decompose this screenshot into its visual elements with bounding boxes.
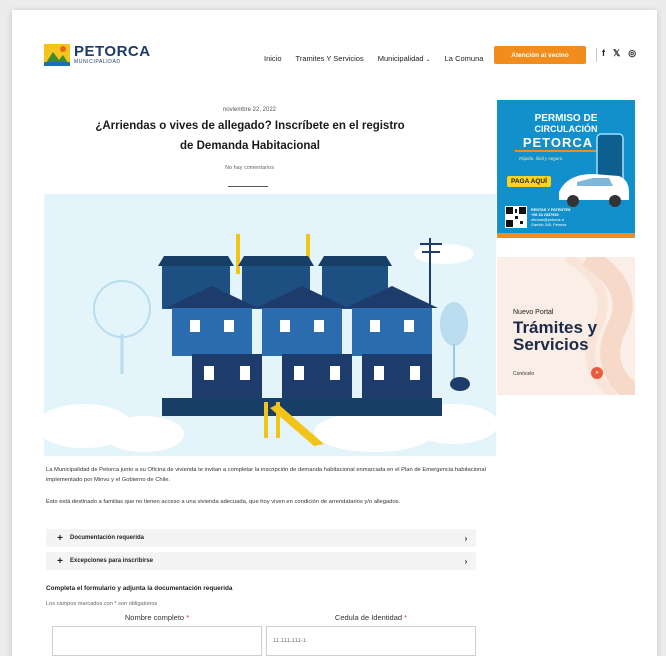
article-title: ¿Arriendas o vives de allegado? Inscríbe… — [95, 120, 405, 152]
qr-code-icon — [505, 206, 527, 228]
article-date: noviembre 22, 2022 — [222, 107, 277, 113]
chevron-right-icon: › — [464, 556, 468, 566]
site-header: PETORCA MUNICIPALIDAD Inicio Tramites Y … — [12, 10, 657, 95]
logo-name: PETORCA — [74, 43, 151, 60]
nav-item-municipalidad[interactable]: Municipalidad ⌄ — [378, 54, 431, 63]
site-logo[interactable]: PETORCA MUNICIPALIDAD — [44, 42, 154, 68]
nav-item-tramites[interactable]: Tramites Y Servicios — [296, 54, 364, 63]
required-mark: * — [404, 613, 408, 622]
accordion-label: Excepciones para inscribirse — [70, 558, 154, 564]
ad-headline: Servicios — [513, 335, 589, 354]
rut-input[interactable] — [267, 627, 475, 655]
plus-icon: + — [57, 555, 63, 567]
accordion-label: Documentación requerida — [70, 535, 145, 541]
contact-line: Garrido 345, Petorca — [531, 223, 567, 227]
field-rut-label: Cedula de Identidad * — [266, 613, 476, 622]
ad-kicker: Nuevo Portal — [513, 309, 554, 316]
logo-emblem-icon — [44, 44, 70, 66]
instagram-icon[interactable]: ◎ — [628, 48, 636, 59]
article-hero-image — [44, 194, 496, 456]
main-nav: Inicio Tramites Y Servicios Municipalida… — [264, 54, 483, 63]
accordion-documentacion[interactable]: + Documentación requerida › — [46, 529, 476, 547]
atencion-vecino-button[interactable]: Atención al vecino — [494, 46, 586, 64]
divider — [596, 48, 597, 62]
twitter-icon[interactable]: 𝕏 — [613, 48, 620, 59]
ad-contact-info: RENTAS Y PATENTES +56 33 2337939 oficina… — [531, 208, 571, 228]
page-sheet: PETORCA MUNICIPALIDAD Inicio Tramites Y … — [12, 10, 657, 656]
chevron-down-icon: ⌄ — [425, 57, 431, 63]
logo-subtitle: MUNICIPALIDAD — [74, 59, 121, 65]
comments-link[interactable]: No hay comentarios — [42, 165, 457, 171]
field-name-label-text: Nombre completo — [124, 613, 185, 622]
plus-icon: + — [57, 532, 63, 544]
form-note: Los campos marcados con * son obligatori… — [46, 601, 158, 607]
article-paragraph: Esto está destinado a familias que no ti… — [46, 499, 401, 505]
nav-item-la-comuna[interactable]: La Comuna — [445, 54, 484, 63]
social-links: f 𝕏 ◎ — [602, 48, 636, 59]
ad-cta-label[interactable]: Conócelo — [513, 371, 534, 377]
accordion-excepciones[interactable]: + Excepciones para inscribirse › — [46, 552, 476, 570]
chevron-right-icon: › — [464, 533, 468, 543]
article-paragraph: La Municipalidad de Petorca junto a su O… — [46, 467, 486, 483]
field-rut-label-text: Cedula de Identidad — [334, 613, 403, 622]
nav-item-inicio[interactable]: Inicio — [264, 54, 282, 63]
ad-portal-tramites[interactable]: Nuevo Portal Trámites y Servicios Conóce… — [497, 257, 635, 395]
pay-here-button[interactable]: PAGA AQUÍ — [507, 176, 551, 187]
name-input[interactable] — [53, 627, 261, 655]
name-field[interactable] — [52, 626, 262, 656]
form-title: Completa el formulario y adjunta la docu… — [46, 585, 233, 592]
facebook-icon[interactable]: f — [602, 48, 605, 59]
ad-permiso-circulacion[interactable]: PERMISO DE CIRCULACIÓN PETORCA Rápido, f… — [497, 100, 635, 238]
field-name-label: Nombre completo * — [52, 613, 262, 622]
ad-bottom-stripe — [497, 233, 635, 238]
ad-headline: Trámites y — [513, 318, 598, 337]
nav-item-municipalidad-label: Municipalidad — [377, 54, 424, 63]
rut-field[interactable] — [266, 626, 476, 656]
divider — [228, 186, 268, 187]
arrow-right-icon[interactable]: » — [591, 367, 603, 379]
required-mark: * — [186, 613, 190, 622]
